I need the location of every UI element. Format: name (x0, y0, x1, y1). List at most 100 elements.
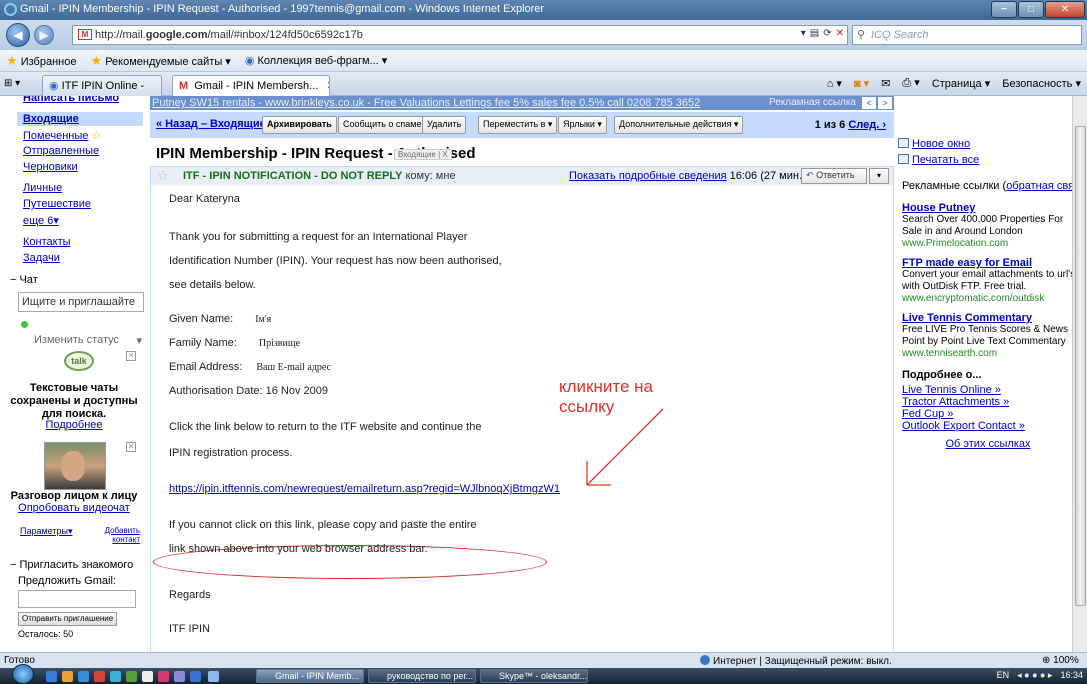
more-about-link[interactable]: Tractor Attachments » (902, 396, 1078, 408)
delete-button[interactable]: Удалить (422, 116, 467, 134)
ad-title-link[interactable]: Live Tennis Commentary (902, 312, 1078, 324)
ad-title-link[interactable]: House Putney (902, 202, 1078, 214)
task-gmail[interactable]: Gmail - IPIN Memb... (256, 669, 364, 683)
nav-inbox[interactable]: Входящие (23, 113, 79, 125)
scrollbar-thumb[interactable] (1075, 126, 1086, 606)
feeds-icon[interactable]: ◙ ▾ (854, 77, 869, 90)
address-bar[interactable]: M http://mail.google.com/mail/#inbox/124… (72, 25, 848, 45)
quicklaunch-icon[interactable] (190, 671, 201, 682)
quick-tabs-icon[interactable]: ⊞ ▾ (4, 78, 20, 89)
print-all-row[interactable]: Печатать все (898, 154, 1078, 166)
ipin-return-link[interactable]: https://ipin.itftennis.com/newrequest/em… (169, 483, 560, 495)
compose-link[interactable]: Написать письмо (23, 96, 119, 104)
page-menu[interactable]: Страница ▾ (932, 77, 990, 90)
label-travel[interactable]: Путешествие (23, 198, 91, 210)
labels-more[interactable]: еще 6▾ (23, 214, 59, 227)
suggested-sites-link[interactable]: ★ Рекомендуемые сайты ▾ (90, 53, 230, 69)
more-about-link[interactable]: Outlook Export Contact » (902, 420, 1078, 432)
more-about-link[interactable]: Fed Cup » (902, 408, 1078, 420)
new-window-row[interactable]: Новое окно (898, 138, 1078, 150)
quicklaunch-icon[interactable] (78, 671, 89, 682)
back-to-inbox-link[interactable]: « Назад – Входящие (156, 118, 266, 130)
url-prefix: http://mail. (95, 29, 146, 41)
nav-starred-label[interactable]: Помеченные (23, 130, 88, 142)
safety-menu[interactable]: Безопасность ▾ (1002, 77, 1081, 90)
forward-arrow-icon[interactable]: ▶ (34, 25, 54, 45)
report-spam-button[interactable]: Сообщить о спаме (338, 116, 427, 134)
tray-icons[interactable]: ◂ ● ● ● ▸ (1017, 670, 1052, 681)
promo-prev-icon[interactable]: < (862, 97, 876, 109)
nav-starred[interactable]: Помеченные ☆ (23, 129, 101, 142)
reply-button[interactable]: ↶ Ответить (801, 168, 867, 184)
about-links-link[interactable]: Об этих ссылках (945, 438, 1030, 450)
page-scrollbar[interactable] (1072, 96, 1087, 652)
new-window-link[interactable]: Новое окно (912, 138, 970, 150)
move-to-button[interactable]: Переместить в ▾ (478, 116, 558, 134)
language-indicator[interactable]: EN (997, 670, 1010, 681)
back-arrow-icon[interactable]: ◀ (6, 23, 30, 47)
archive-button[interactable]: Архивировать (262, 116, 337, 134)
quicklaunch-icon[interactable] (94, 671, 105, 682)
close-window-icon[interactable]: ✕ (1045, 1, 1085, 18)
start-button-icon[interactable] (12, 664, 34, 684)
labels-button[interactable]: Ярлыки ▾ (558, 116, 607, 134)
more-info-link[interactable]: Подробнее (0, 419, 148, 432)
try-video-link[interactable]: Опробовать видеочат (0, 502, 148, 515)
home-icon[interactable]: ⌂ ▾ (827, 77, 842, 90)
nav-contacts[interactable]: Контакты (23, 236, 71, 248)
nav-drafts[interactable]: Черновики (23, 161, 78, 173)
params-link[interactable]: Параметры▾ (20, 526, 73, 537)
minimize-icon[interactable]: − (991, 1, 1017, 18)
print-all-link[interactable]: Печатать все (912, 154, 979, 166)
quicklaunch-icon[interactable] (142, 671, 153, 682)
quicklaunch-icon[interactable] (174, 671, 185, 682)
quicklaunch-icon[interactable] (158, 671, 169, 682)
send-invite-button[interactable]: Отправить приглашение (18, 612, 118, 626)
quicklaunch-icon[interactable] (110, 671, 121, 682)
chat-header[interactable]: − Чат (10, 274, 144, 286)
inbox-label-chip[interactable]: Входящие | X (394, 149, 452, 160)
stop-icon[interactable]: ✕ (836, 28, 844, 39)
web-slices-link[interactable]: ◉ Коллекция веб-фрагм... ▾ (245, 54, 387, 67)
favorites-button[interactable]: ★ Избранное (6, 53, 76, 69)
label-personal[interactable]: Личные (23, 182, 62, 194)
task-skype[interactable]: Skype™ - oleksandr... (480, 669, 588, 683)
promo-link[interactable]: Putney SW15 rentals - www.brinkleys.co.u… (152, 97, 700, 109)
invite-email-input[interactable] (18, 590, 136, 608)
ad-title-link[interactable]: FTP made easy for Email (902, 257, 1078, 269)
dropdown-arrow-icon[interactable]: ▾ (801, 28, 806, 39)
next-message-link[interactable]: След. › (848, 119, 886, 131)
close-icon[interactable]: ✕ (126, 351, 136, 361)
mail-icon[interactable]: ✉ (881, 77, 890, 90)
nav-sent[interactable]: Отправленные (23, 145, 99, 157)
close-tab-icon[interactable]: ✕ (326, 80, 329, 92)
star-icon[interactable]: ☆ (157, 168, 169, 184)
maximize-icon[interactable]: □ (1018, 1, 1044, 18)
zoom-control[interactable]: ⊕ 100% (1042, 655, 1079, 666)
signature: ITF IPIN (169, 623, 210, 635)
quicklaunch-icon[interactable] (62, 671, 73, 682)
chat-search-input[interactable]: Ищите и приглашайте (18, 292, 144, 312)
add-contact-link[interactable]: Добавить контакт (94, 526, 140, 544)
show-details-link[interactable]: Показать подробные сведения (569, 170, 727, 182)
more-about-link[interactable]: Live Tennis Online » (902, 384, 1078, 396)
tab-gmail[interactable]: M Gmail - IPIN Membersh... ✕ (172, 75, 330, 96)
task-manual[interactable]: руководство по рег... (368, 669, 476, 683)
close-icon[interactable]: ✕ (126, 442, 136, 452)
search-input[interactable]: ⚲ ICQ Search (852, 25, 1082, 45)
quicklaunch-icon[interactable] (46, 671, 57, 682)
security-zone[interactable]: Интернет | Защищенный режим: выкл. (700, 655, 892, 667)
tab-itf-ipin[interactable]: ◉ ITF IPIN Online - (42, 75, 162, 96)
status-selector[interactable]: Изменить статус ▾ (34, 334, 142, 347)
refresh-icon[interactable]: ⟳ (823, 28, 831, 39)
compat-view-icon[interactable]: ▤ (810, 28, 819, 39)
reply-more-button[interactable]: ▾ (869, 168, 889, 184)
invite-header[interactable]: − Пригласить знакомого (10, 559, 144, 571)
more-actions-button[interactable]: Дополнительные действия ▾ (614, 116, 744, 134)
nav-tasks[interactable]: Задачи (23, 252, 60, 264)
print-icon[interactable]: ⎙ ▾ (902, 76, 919, 90)
quicklaunch-icon[interactable] (208, 671, 219, 682)
star-icon: ★ (6, 52, 18, 68)
quicklaunch-icon[interactable] (126, 671, 137, 682)
promo-next-icon[interactable]: > (878, 97, 892, 109)
